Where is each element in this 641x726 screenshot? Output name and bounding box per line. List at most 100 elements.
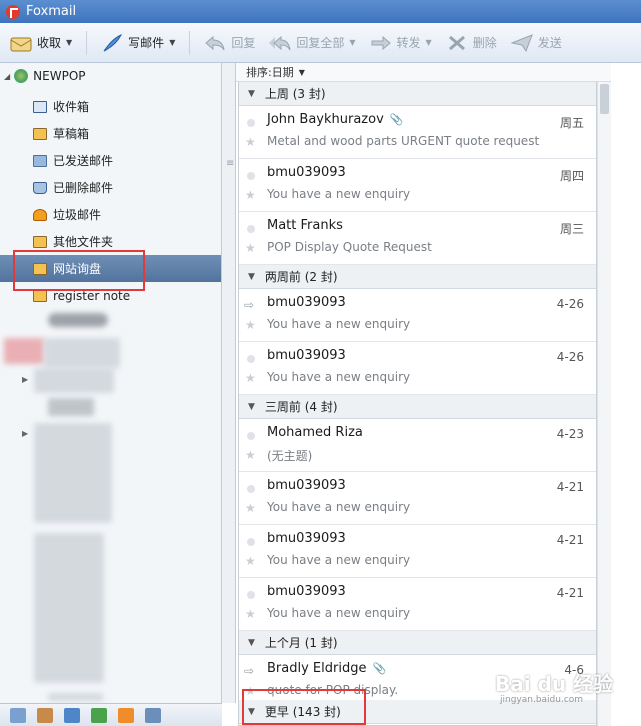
pane-splitter[interactable]: ≡	[222, 63, 236, 703]
read-status-icon[interactable]	[247, 538, 255, 546]
send-button[interactable]: 发送	[510, 28, 562, 58]
trash-icon	[33, 181, 47, 194]
rss-module-icon[interactable]	[118, 707, 134, 723]
message-row[interactable]: ★ John Baykhurazov 📎 Metal and wood parts…	[239, 106, 596, 159]
read-status-icon[interactable]	[247, 591, 255, 599]
sidebar-item-inbox[interactable]: 收件箱	[0, 93, 221, 120]
star-icon[interactable]: ★	[245, 135, 256, 149]
reply-all-dropdown-icon[interactable]: ▼	[349, 38, 355, 47]
watermark-url: jingyan.baidu.com	[500, 695, 584, 705]
receive-button[interactable]: 收取 ▼	[10, 28, 72, 58]
message-row[interactable]: ★ bmu039093 You have a new enquiry 4-26	[239, 342, 596, 395]
sidebar-item-website-inquiry[interactable]: 网站询盘	[0, 255, 221, 282]
sidebar-item-register-note[interactable]: register note	[0, 282, 221, 309]
group-header-last-week[interactable]: ▼ 上周 (3 封)	[239, 82, 596, 106]
receive-dropdown-icon[interactable]: ▼	[66, 38, 72, 47]
redacted-folder	[4, 338, 44, 364]
scrollbar-thumb[interactable]	[600, 84, 609, 114]
feather-pen-icon	[103, 33, 123, 51]
sidebar-item-trash[interactable]: 已删除邮件	[0, 174, 221, 201]
read-status-icon[interactable]	[247, 432, 255, 440]
message-subject: POP Display Quote Request	[267, 240, 432, 254]
collapse-triangle-icon[interactable]: ▼	[248, 272, 255, 282]
spam-icon	[33, 208, 47, 221]
sort-label[interactable]: 排序:日期	[246, 64, 294, 80]
mail-module-icon[interactable]	[10, 707, 26, 723]
collapse-triangle-icon[interactable]: ◢	[4, 72, 10, 81]
title-bar: Foxmail	[0, 0, 641, 23]
group-header-three-weeks-ago[interactable]: ▼ 三周前 (4 封)	[239, 395, 596, 419]
compose-dropdown-icon[interactable]: ▼	[169, 38, 175, 47]
star-icon[interactable]: ★	[245, 501, 256, 515]
star-icon[interactable]: ★	[245, 318, 256, 332]
read-status-icon[interactable]	[247, 355, 255, 363]
delete-button[interactable]: 删除	[446, 28, 497, 58]
list-scrollbar[interactable]	[597, 82, 611, 726]
reply-all-button[interactable]: 回复全部 ▼	[269, 28, 356, 58]
redacted-folder	[34, 423, 112, 523]
sidebar-item-spam[interactable]: 垃圾邮件	[0, 201, 221, 228]
message-date: 4-23	[556, 427, 584, 441]
star-icon[interactable]: ★	[245, 684, 256, 698]
star-icon[interactable]: ★	[245, 371, 256, 385]
read-status-icon[interactable]	[247, 225, 255, 233]
splitter-grip-icon[interactable]: ≡	[226, 158, 234, 169]
collapse-triangle-icon[interactable]: ▼	[248, 402, 255, 412]
account-node[interactable]: ◢ NEWPOP	[4, 69, 86, 83]
message-list-pane: 排序:日期 ▼ ▼ 上周 (3 封) ★ John Baykhurazov 📎 M…	[236, 63, 641, 726]
read-status-icon[interactable]	[247, 172, 255, 180]
paperclip-icon: 📎	[389, 113, 404, 126]
star-icon[interactable]: ★	[245, 241, 256, 255]
redacted-folder	[48, 693, 103, 701]
collapse-triangle-icon[interactable]: ▼	[248, 707, 255, 717]
sort-dropdown-icon[interactable]: ▼	[299, 68, 305, 77]
message-row[interactable]: ★ bmu039093 You have a new enquiry 4-21	[239, 525, 596, 578]
message-row[interactable]: ★ Mohamed Riza (无主题) 4-23	[239, 419, 596, 472]
collapse-triangle-icon[interactable]: ▼	[248, 89, 255, 99]
star-icon[interactable]: ★	[245, 188, 256, 202]
message-row[interactable]: ★ bmu039093 You have a new enquiry 4-21	[239, 472, 596, 525]
sidebar-item-other-folders[interactable]: 其他文件夹	[0, 228, 221, 255]
compose-button[interactable]: 写邮件 ▼	[101, 28, 175, 58]
forward-button[interactable]: 转发 ▼	[370, 28, 432, 58]
notes-module-icon[interactable]	[91, 707, 107, 723]
folder-icon	[33, 262, 47, 275]
message-subject: You have a new enquiry	[267, 317, 411, 331]
message-list: ▼ 上周 (3 封) ★ John Baykhurazov 📎 Metal and…	[238, 82, 597, 726]
reply-arrow-icon	[205, 35, 225, 50]
message-row[interactable]: ⇨ ★ bmu039093 You have a new enquiry 4-2…	[239, 289, 596, 342]
message-date: 4-21	[556, 586, 584, 600]
toolbar: 收取 ▼ 写邮件 ▼ 回复 回复全部 ▼ 转发 ▼ 删除 发送	[0, 23, 641, 63]
message-subject: You have a new enquiry	[267, 187, 411, 201]
message-sender: Mohamed Riza	[267, 425, 363, 440]
account-globe-icon	[14, 69, 29, 83]
reply-button[interactable]: 回复	[204, 28, 255, 58]
star-icon[interactable]: ★	[245, 554, 256, 568]
read-status-icon[interactable]	[247, 119, 255, 127]
message-sender: bmu039093	[267, 478, 346, 493]
tools-module-icon[interactable]	[145, 707, 161, 723]
star-icon[interactable]: ★	[245, 607, 256, 621]
sidebar-item-drafts[interactable]: 草稿箱	[0, 120, 221, 147]
contacts-module-icon[interactable]	[37, 707, 53, 723]
message-row[interactable]: ★ Matt Franks POP Display Quote Request …	[239, 212, 596, 265]
message-sender: Bradly Eldridge	[267, 661, 367, 676]
sidebar-item-sent[interactable]: 已发送邮件	[0, 147, 221, 174]
group-header-two-weeks-ago[interactable]: ▼ 两周前 (2 封)	[239, 265, 596, 289]
message-sender: bmu039093	[267, 165, 346, 180]
read-status-icon[interactable]	[247, 485, 255, 493]
star-icon[interactable]: ★	[245, 448, 256, 462]
message-date: 4-26	[556, 297, 584, 311]
delete-x-icon	[448, 35, 465, 50]
collapse-triangle-icon[interactable]: ▼	[248, 638, 255, 648]
forward-arrow-icon	[371, 35, 391, 50]
expand-triangle-icon[interactable]: ▶	[22, 375, 28, 384]
forward-dropdown-icon[interactable]: ▼	[426, 38, 432, 47]
message-subject: You have a new enquiry	[267, 370, 411, 384]
sort-bar[interactable]: 排序:日期 ▼	[236, 63, 641, 82]
message-row[interactable]: ★ bmu039093 You have a new enquiry 4-21	[239, 578, 596, 631]
group-header-last-month[interactable]: ▼ 上个月 (1 封)	[239, 631, 596, 655]
expand-triangle-icon[interactable]: ▶	[22, 429, 28, 438]
calendar-module-icon[interactable]	[64, 707, 80, 723]
message-row[interactable]: ★ bmu039093 You have a new enquiry 周四	[239, 159, 596, 212]
